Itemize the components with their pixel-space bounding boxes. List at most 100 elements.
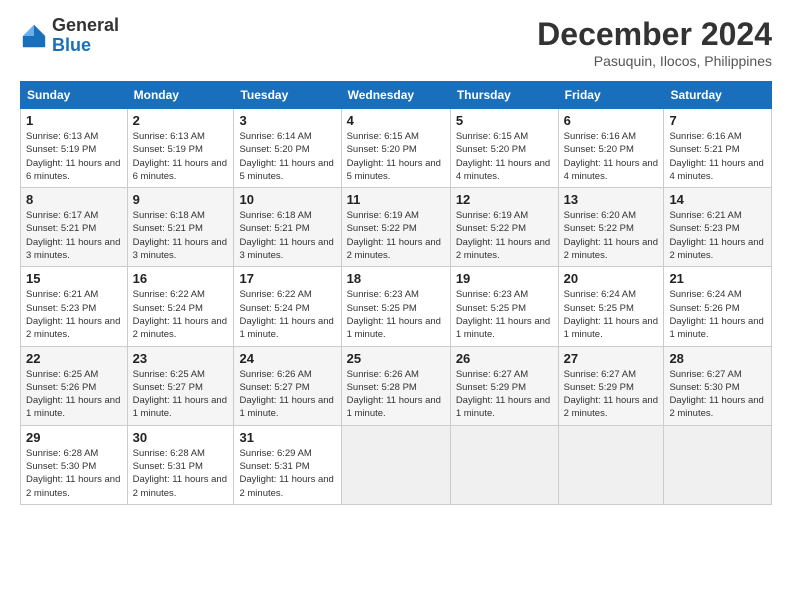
day-info: Sunrise: 6:25 AMSunset: 5:26 PMDaylight:… [26,369,120,420]
title-block: December 2024 Pasuquin, Ilocos, Philippi… [537,16,772,69]
calendar-table: Sunday Monday Tuesday Wednesday Thursday… [20,81,772,505]
subtitle: Pasuquin, Ilocos, Philippines [537,53,772,69]
cell-2-2: 17 Sunrise: 6:22 AMSunset: 5:24 PMDayligh… [234,267,341,346]
col-monday: Monday [127,82,234,109]
day-number: 29 [26,430,122,445]
day-info: Sunrise: 6:17 AMSunset: 5:21 PMDaylight:… [26,210,120,261]
cell-0-3: 4Sunrise: 6:15 AMSunset: 5:20 PMDaylight… [341,109,450,188]
cell-4-3 [341,425,450,504]
day-number: 20 [564,271,659,286]
cell-4-6 [664,425,772,504]
day-number: 19 [456,271,553,286]
day-number: 10 [239,192,335,207]
day-info: Sunrise: 6:21 AMSunset: 5:23 PMDaylight:… [26,289,120,340]
cell-2-1: 16Sunrise: 6:22 AMSunset: 5:24 PMDayligh… [127,267,234,346]
week-row-1: 1 Sunrise: 6:13 AMSunset: 5:19 PMDaylight… [21,109,772,188]
cell-3-0: 22 Sunrise: 6:25 AMSunset: 5:26 PMDayligh… [21,346,128,425]
col-wednesday: Wednesday [341,82,450,109]
day-info: Sunrise: 6:16 AMSunset: 5:20 PMDaylight:… [564,131,658,182]
cell-0-4: 5 Sunrise: 6:15 AMSunset: 5:20 PMDaylight… [450,109,558,188]
day-info: Sunrise: 6:22 AMSunset: 5:24 PMDaylight:… [133,289,227,340]
cell-1-3: 11 Sunrise: 6:19 AMSunset: 5:22 PMDayligh… [341,188,450,267]
day-info: Sunrise: 6:28 AMSunset: 5:30 PMDaylight:… [26,448,120,499]
day-number: 17 [239,271,335,286]
day-info: Sunrise: 6:13 AMSunset: 5:19 PMDaylight:… [133,131,227,182]
day-info: Sunrise: 6:24 AMSunset: 5:25 PMDaylight:… [564,289,658,340]
day-number: 30 [133,430,229,445]
day-number: 27 [564,351,659,366]
day-number: 14 [669,192,766,207]
col-tuesday: Tuesday [234,82,341,109]
day-number: 8 [26,192,122,207]
day-info: Sunrise: 6:23 AMSunset: 5:25 PMDaylight:… [456,289,550,340]
day-number: 22 [26,351,122,366]
day-info: Sunrise: 6:21 AMSunset: 5:23 PMDaylight:… [669,210,763,261]
day-info: Sunrise: 6:29 AMSunset: 5:31 PMDaylight:… [239,448,333,499]
cell-1-0: 8 Sunrise: 6:17 AMSunset: 5:21 PMDaylight… [21,188,128,267]
cell-3-3: 25Sunrise: 6:26 AMSunset: 5:28 PMDayligh… [341,346,450,425]
cell-1-6: 14 Sunrise: 6:21 AMSunset: 5:23 PMDayligh… [664,188,772,267]
page: General Blue December 2024 Pasuquin, Ilo… [0,0,792,515]
cell-4-2: 31Sunrise: 6:29 AMSunset: 5:31 PMDayligh… [234,425,341,504]
day-info: Sunrise: 6:15 AMSunset: 5:20 PMDaylight:… [456,131,550,182]
cell-2-0: 15 Sunrise: 6:21 AMSunset: 5:23 PMDayligh… [21,267,128,346]
day-info: Sunrise: 6:18 AMSunset: 5:21 PMDaylight:… [133,210,227,261]
col-friday: Friday [558,82,664,109]
cell-2-3: 18 Sunrise: 6:23 AMSunset: 5:25 PMDayligh… [341,267,450,346]
cell-1-4: 12 Sunrise: 6:19 AMSunset: 5:22 PMDayligh… [450,188,558,267]
day-number: 21 [669,271,766,286]
day-info: Sunrise: 6:13 AMSunset: 5:19 PMDaylight:… [26,131,120,182]
day-info: Sunrise: 6:18 AMSunset: 5:21 PMDaylight:… [239,210,333,261]
col-sunday: Sunday [21,82,128,109]
cell-1-2: 10 Sunrise: 6:18 AMSunset: 5:21 PMDayligh… [234,188,341,267]
calendar-body: 1 Sunrise: 6:13 AMSunset: 5:19 PMDaylight… [21,109,772,505]
logo-line1: General [52,16,119,36]
cell-2-5: 20 Sunrise: 6:24 AMSunset: 5:25 PMDayligh… [558,267,664,346]
day-number: 24 [239,351,335,366]
cell-0-2: 3 Sunrise: 6:14 AMSunset: 5:20 PMDaylight… [234,109,341,188]
day-info: Sunrise: 6:16 AMSunset: 5:21 PMDaylight:… [669,131,763,182]
day-number: 7 [669,113,766,128]
cell-3-2: 24 Sunrise: 6:26 AMSunset: 5:27 PMDayligh… [234,346,341,425]
day-info: Sunrise: 6:25 AMSunset: 5:27 PMDaylight:… [133,369,227,420]
day-info: Sunrise: 6:26 AMSunset: 5:27 PMDaylight:… [239,369,333,420]
cell-0-1: 2Sunrise: 6:13 AMSunset: 5:19 PMDaylight… [127,109,234,188]
day-number: 9 [133,192,229,207]
day-info: Sunrise: 6:15 AMSunset: 5:20 PMDaylight:… [347,131,441,182]
day-info: Sunrise: 6:27 AMSunset: 5:29 PMDaylight:… [564,369,658,420]
header: General Blue December 2024 Pasuquin, Ilo… [20,16,772,69]
day-number: 18 [347,271,445,286]
cell-0-0: 1 Sunrise: 6:13 AMSunset: 5:19 PMDaylight… [21,109,128,188]
header-row: Sunday Monday Tuesday Wednesday Thursday… [21,82,772,109]
day-number: 11 [347,192,445,207]
day-number: 15 [26,271,122,286]
day-number: 3 [239,113,335,128]
day-info: Sunrise: 6:23 AMSunset: 5:25 PMDaylight:… [347,289,441,340]
day-info: Sunrise: 6:27 AMSunset: 5:30 PMDaylight:… [669,369,763,420]
week-row-2: 8 Sunrise: 6:17 AMSunset: 5:21 PMDaylight… [21,188,772,267]
cell-4-1: 30 Sunrise: 6:28 AMSunset: 5:31 PMDayligh… [127,425,234,504]
day-info: Sunrise: 6:19 AMSunset: 5:22 PMDaylight:… [456,210,550,261]
day-info: Sunrise: 6:28 AMSunset: 5:31 PMDaylight:… [133,448,227,499]
day-number: 6 [564,113,659,128]
day-info: Sunrise: 6:19 AMSunset: 5:22 PMDaylight:… [347,210,441,261]
day-number: 1 [26,113,122,128]
week-row-3: 15 Sunrise: 6:21 AMSunset: 5:23 PMDayligh… [21,267,772,346]
cell-0-6: 7 Sunrise: 6:16 AMSunset: 5:21 PMDaylight… [664,109,772,188]
day-number: 12 [456,192,553,207]
week-row-4: 22 Sunrise: 6:25 AMSunset: 5:26 PMDayligh… [21,346,772,425]
cell-4-5 [558,425,664,504]
day-info: Sunrise: 6:27 AMSunset: 5:29 PMDaylight:… [456,369,550,420]
cell-2-6: 21Sunrise: 6:24 AMSunset: 5:26 PMDayligh… [664,267,772,346]
main-title: December 2024 [537,16,772,53]
day-info: Sunrise: 6:22 AMSunset: 5:24 PMDaylight:… [239,289,333,340]
cell-0-5: 6 Sunrise: 6:16 AMSunset: 5:20 PMDaylight… [558,109,664,188]
cell-3-4: 26Sunrise: 6:27 AMSunset: 5:29 PMDayligh… [450,346,558,425]
day-number: 25 [347,351,445,366]
logo: General Blue [20,16,119,56]
cell-3-1: 23Sunrise: 6:25 AMSunset: 5:27 PMDayligh… [127,346,234,425]
day-info: Sunrise: 6:14 AMSunset: 5:20 PMDaylight:… [239,131,333,182]
day-number: 5 [456,113,553,128]
logo-text: General Blue [52,16,119,56]
day-number: 28 [669,351,766,366]
